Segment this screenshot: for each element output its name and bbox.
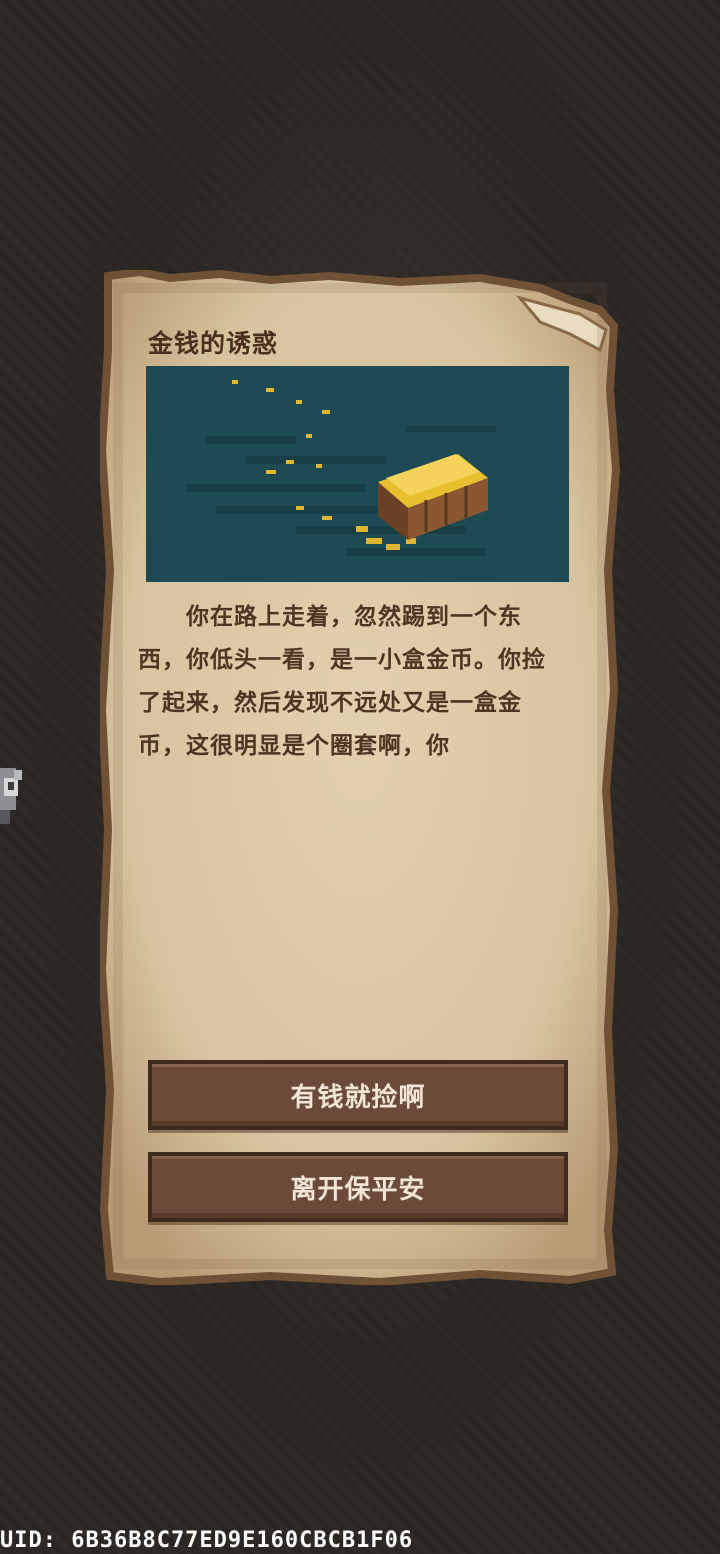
uid-label: UID: 6B36B8C77ED9E160CBCB1F06 xyxy=(0,1528,414,1553)
side-character-icon xyxy=(0,768,22,824)
event-illustration xyxy=(146,366,569,582)
choice-pick-up-button[interactable]: 有钱就捡啊 xyxy=(148,1060,568,1130)
choice-leave-button[interactable]: 离开保平安 xyxy=(148,1152,568,1222)
event-story-text: 你在路上走着，忽然踢到一个东西，你低头一看，是一小盒金币。你捡了起来，然后发现不… xyxy=(138,604,546,759)
event-title: 金钱的诱惑 xyxy=(148,329,279,358)
choice-label: 有钱就捡啊 xyxy=(290,1082,426,1113)
choice-label: 离开保平安 xyxy=(290,1174,426,1205)
